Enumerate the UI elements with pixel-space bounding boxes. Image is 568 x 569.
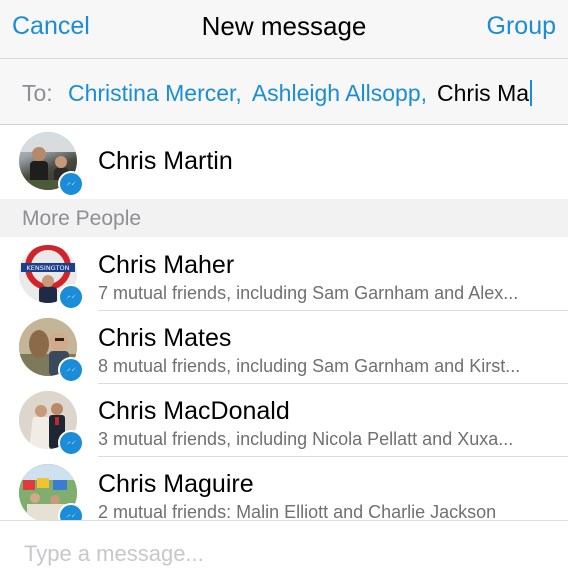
contact-name: Chris MacDonald — [98, 397, 290, 425]
message-input[interactable]: Type a message... — [24, 541, 204, 567]
messenger-icon — [66, 367, 76, 372]
list-item[interactable]: Chris Mates 8 mutual friends, including … — [0, 311, 568, 384]
contact-name: Chris Martin — [98, 147, 233, 175]
contact-name: Chris Maguire — [98, 470, 254, 498]
mutual-friends-text: 3 mutual friends, including Nicola Pella… — [98, 429, 514, 449]
list-item[interactable]: Chris MacDonald 3 mutual friends, includ… — [0, 384, 568, 457]
text-caret — [530, 80, 533, 106]
section-title: More People — [22, 207, 142, 230]
section-header: More People — [0, 199, 568, 237]
recipients-field[interactable]: To: Christina Mercer, Ashleigh Allsopp, Ch… — [0, 59, 568, 125]
group-button[interactable]: Group — [487, 12, 556, 41]
recipient-list: Christina Mercer, Ashleigh Allsopp, Chris … — [68, 80, 533, 107]
svg-text:KENSINGTON: KENSINGTON — [27, 264, 70, 272]
list-item[interactable]: KENSINGTON Chris Maher 7 mutual friends,… — [0, 238, 568, 311]
messenger-icon — [66, 440, 76, 445]
messenger-badge — [58, 171, 84, 197]
to-label: To: — [22, 80, 53, 106]
page-title: New message — [201, 11, 367, 41]
recipient-search-input[interactable]: Chris Ma — [437, 80, 529, 106]
recipient-chip[interactable]: Christina Mercer, — [68, 80, 242, 106]
compose-bar: Type a message... — [0, 520, 568, 569]
messenger-icon — [66, 181, 76, 186]
mutual-friends-text: 7 mutual friends, including Sam Garnham … — [98, 283, 519, 303]
messenger-badge — [58, 357, 84, 383]
mutual-friends-text: 8 mutual friends, including Sam Garnham … — [98, 356, 521, 376]
messenger-icon — [66, 294, 76, 299]
contact-name: Chris Maher — [98, 251, 235, 279]
messenger-badge — [58, 430, 84, 456]
recipient-chip[interactable]: Ashleigh Allsopp, — [252, 80, 427, 106]
navigation-bar: Cancel New message Group — [0, 0, 568, 59]
messenger-badge — [58, 284, 84, 310]
top-result-row[interactable]: Chris Martin — [0, 125, 568, 199]
contact-name: Chris Mates — [98, 324, 232, 352]
